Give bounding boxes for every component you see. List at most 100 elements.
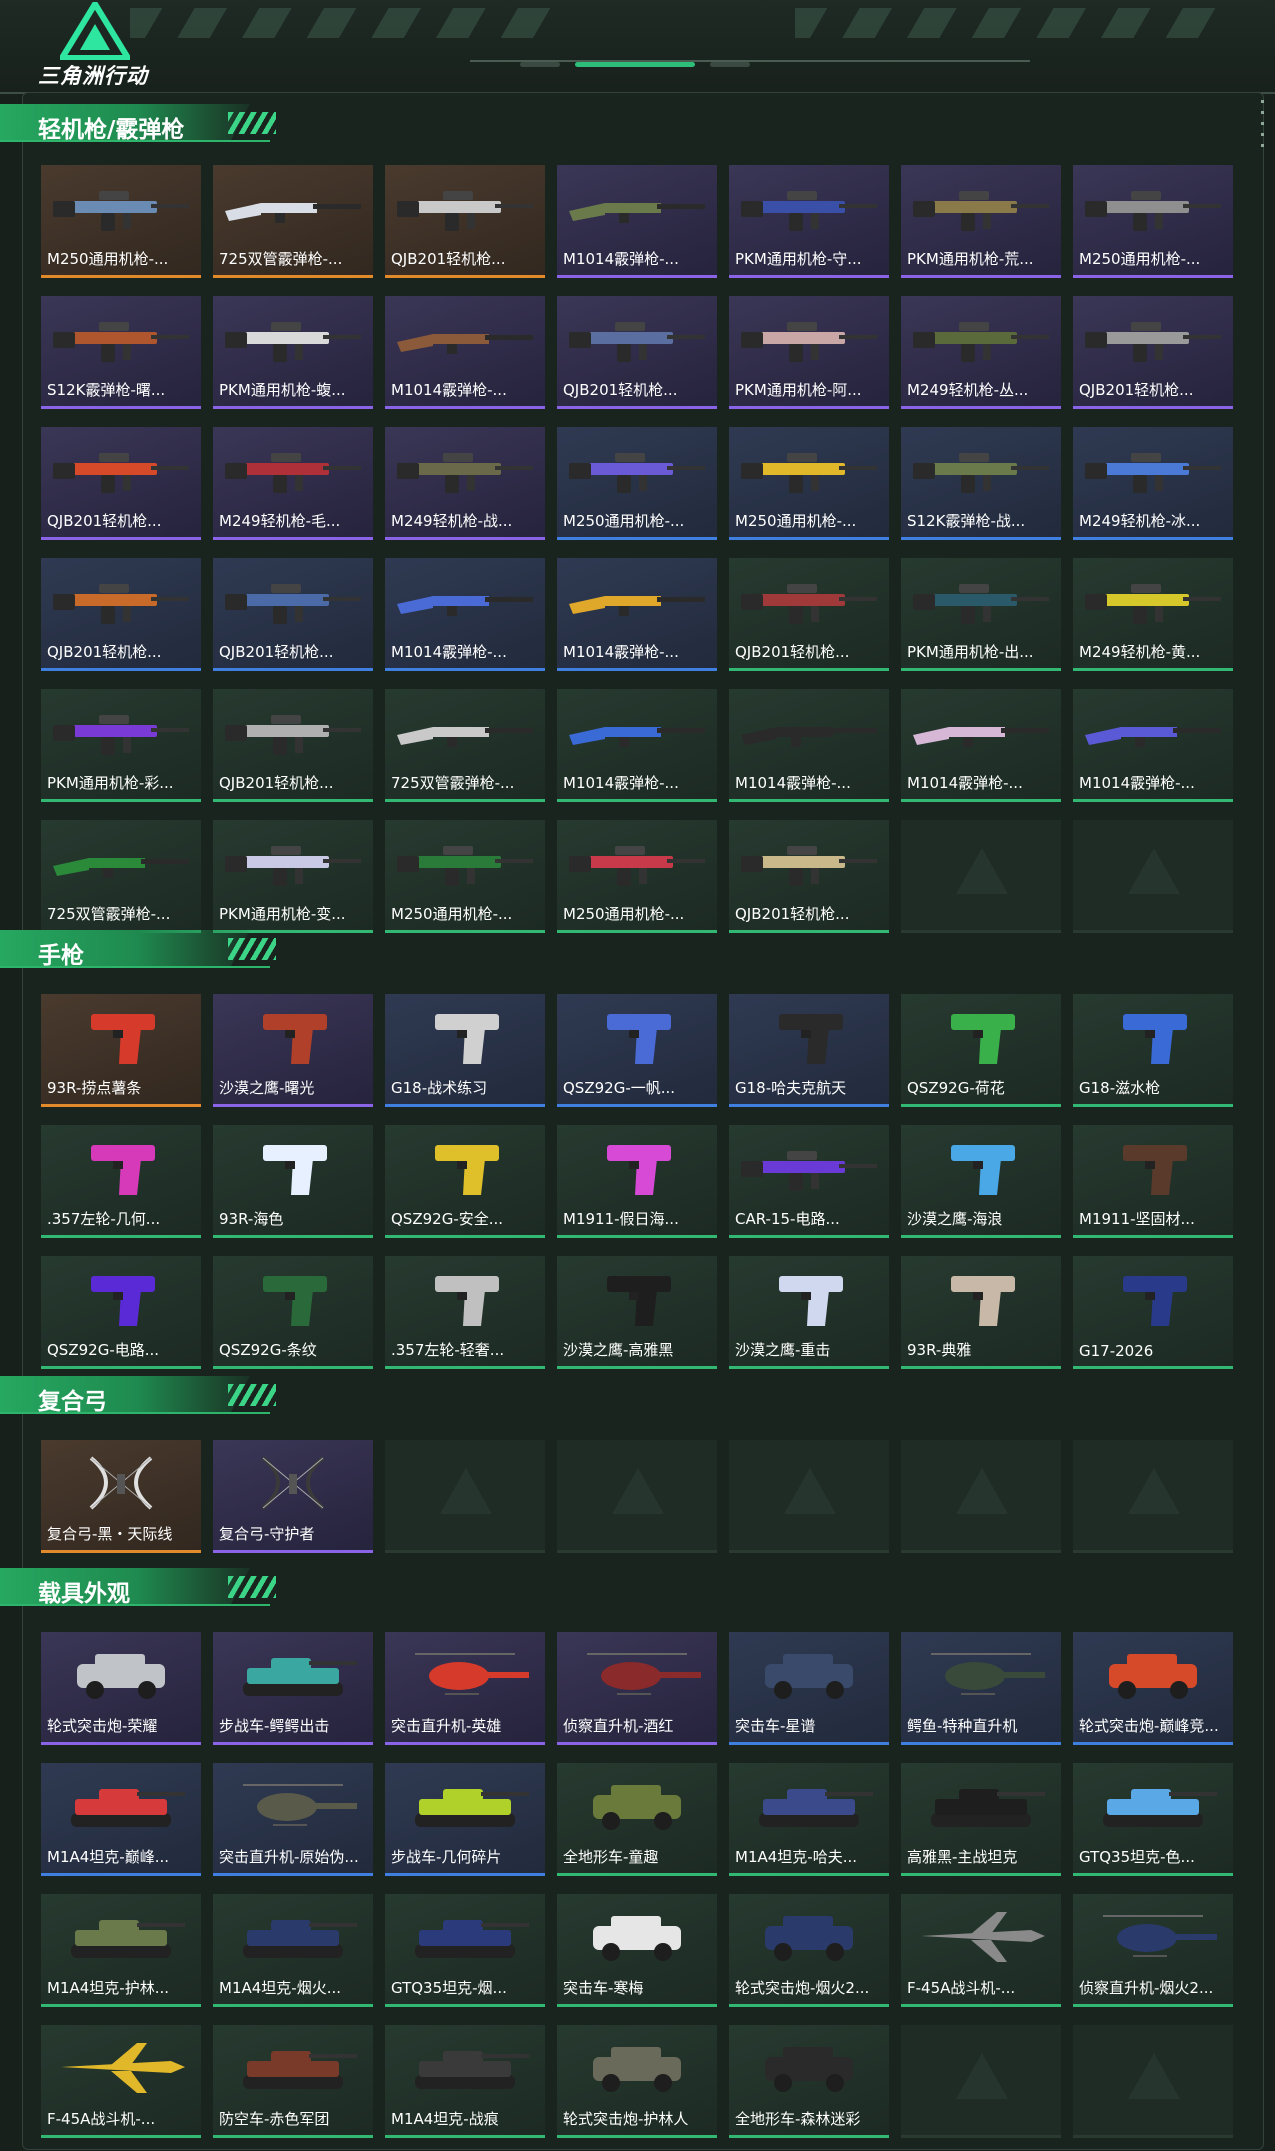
skin-card[interactable]: 突击直升机-英雄 xyxy=(385,1632,545,1745)
skin-card[interactable]: M250通用机枪-... xyxy=(557,820,717,933)
skin-card[interactable]: M250通用机枪-... xyxy=(1073,165,1233,278)
skin-card[interactable]: QJB201轻机枪... xyxy=(1073,296,1233,409)
skin-card[interactable]: QJB201轻机枪... xyxy=(385,165,545,278)
skin-card[interactable]: F-45A战斗机-... xyxy=(41,2025,201,2138)
skin-card[interactable]: QSZ92G-电路... xyxy=(41,1256,201,1369)
skin-card[interactable]: PKM通用机枪-蝮... xyxy=(213,296,373,409)
skin-card[interactable]: 沙漠之鹰-高雅黑 xyxy=(557,1256,717,1369)
skin-name: M1911-假日海... xyxy=(563,1210,679,1228)
skin-card[interactable]: M250通用机枪-... xyxy=(41,165,201,278)
skin-card[interactable]: 93R-海色 xyxy=(213,1125,373,1238)
skin-card[interactable]: M1911-坚固材... xyxy=(1073,1125,1233,1238)
skin-card[interactable]: M1014霰弹枪-... xyxy=(557,558,717,671)
skin-card[interactable]: M249轻机枪-战... xyxy=(385,427,545,540)
skin-card[interactable]: QJB201轻机枪... xyxy=(41,558,201,671)
skin-card[interactable]: QJB201轻机枪... xyxy=(213,689,373,802)
skin-card[interactable]: PKM通用机枪-阿... xyxy=(729,296,889,409)
skin-card[interactable]: PKM通用机枪-彩... xyxy=(41,689,201,802)
skin-card[interactable]: M249轻机枪-黄... xyxy=(1073,558,1233,671)
skin-card[interactable]: M1A4坦克-护林... xyxy=(41,1894,201,2007)
skin-card[interactable]: QJB201轻机枪... xyxy=(729,558,889,671)
pistol-icon xyxy=(223,1137,363,1199)
skin-card[interactable]: QJB201轻机枪... xyxy=(41,427,201,540)
skin-card[interactable]: 突击车-寒梅 xyxy=(557,1894,717,2007)
skin-card[interactable]: 突击车-星谱 xyxy=(729,1632,889,1745)
skin-card[interactable]: S12K霰弹枪-曙... xyxy=(41,296,201,409)
skin-card[interactable]: QSZ92G-一帆... xyxy=(557,994,717,1107)
skin-card[interactable]: 高雅黑-主战坦克 xyxy=(901,1763,1061,1876)
skin-card[interactable]: M249轻机枪-冰... xyxy=(1073,427,1233,540)
skin-card[interactable]: M1014霰弹枪-... xyxy=(385,558,545,671)
skin-card[interactable]: 轮式突击炮-护林人 xyxy=(557,2025,717,2138)
skin-card[interactable]: 防空车-赤色军团 xyxy=(213,2025,373,2138)
pistol-icon xyxy=(567,1137,707,1199)
skin-card[interactable]: S12K霰弹枪-战... xyxy=(901,427,1061,540)
skin-card[interactable]: 沙漠之鹰-海浪 xyxy=(901,1125,1061,1238)
skin-card[interactable]: M250通用机枪-... xyxy=(729,427,889,540)
skin-card[interactable]: M1014霰弹枪-... xyxy=(1073,689,1233,802)
skin-card[interactable]: M250通用机枪-... xyxy=(557,427,717,540)
skin-card[interactable]: 全地形车-童趣 xyxy=(557,1763,717,1876)
skin-card[interactable]: PKM通用机枪-变... xyxy=(213,820,373,933)
skin-card[interactable]: GTQ35坦克-色... xyxy=(1073,1763,1233,1876)
skin-card[interactable]: 步战车-鳄鳄出击 xyxy=(213,1632,373,1745)
skin-card[interactable]: QSZ92G-荷花 xyxy=(901,994,1061,1107)
skin-card[interactable]: QJB201轻机枪... xyxy=(213,558,373,671)
skin-card[interactable]: M250通用机枪-... xyxy=(385,820,545,933)
skin-card[interactable]: 复合弓-守护者 xyxy=(213,1440,373,1553)
skin-card[interactable]: QJB201轻机枪... xyxy=(557,296,717,409)
skin-card[interactable]: .357左轮-几何... xyxy=(41,1125,201,1238)
skin-card[interactable]: M1A4坦克-巅峰... xyxy=(41,1763,201,1876)
scrollbar-dots[interactable] xyxy=(1261,100,1265,155)
skin-card[interactable]: QSZ92G-安全... xyxy=(385,1125,545,1238)
skin-card[interactable]: 93R-捞点薯条 xyxy=(41,994,201,1107)
pistol-icon xyxy=(395,1006,535,1068)
skin-card[interactable]: M1A4坦克-哈夫... xyxy=(729,1763,889,1876)
skin-card[interactable]: M249轻机枪-丛... xyxy=(901,296,1061,409)
skin-card[interactable]: M1A4坦克-烟火... xyxy=(213,1894,373,2007)
skin-card[interactable]: QJB201轻机枪... xyxy=(729,820,889,933)
skin-card[interactable]: M1911-假日海... xyxy=(557,1125,717,1238)
skin-card[interactable]: G18-滋水枪 xyxy=(1073,994,1233,1107)
page-indicator[interactable] xyxy=(710,62,750,67)
skin-card[interactable]: M1014霰弹枪-... xyxy=(901,689,1061,802)
skin-card[interactable]: 突击直升机-原始伪... xyxy=(213,1763,373,1876)
skin-card[interactable]: 轮式突击炮-荣耀 xyxy=(41,1632,201,1745)
skin-card[interactable]: 93R-典雅 xyxy=(901,1256,1061,1369)
skin-card[interactable]: 沙漠之鹰-曙光 xyxy=(213,994,373,1107)
page-indicator[interactable] xyxy=(520,62,560,67)
skin-name: 高雅黑-主战坦克 xyxy=(907,1848,1018,1866)
skin-card[interactable]: 侦察直升机-烟火2... xyxy=(1073,1894,1233,2007)
skin-name: M249轻机枪-黄... xyxy=(1079,643,1201,661)
skin-card[interactable]: 复合弓-黑・天际线 xyxy=(41,1440,201,1553)
skin-name: M1A4坦克-战痕 xyxy=(391,2110,499,2128)
skin-card[interactable]: 725双管霰弹枪-... xyxy=(41,820,201,933)
skin-card[interactable]: 侦察直升机-酒红 xyxy=(557,1632,717,1745)
skin-card[interactable]: G18-战术练习 xyxy=(385,994,545,1107)
skin-card[interactable]: 步战车-几何碎片 xyxy=(385,1763,545,1876)
skin-card[interactable]: PKM通用机枪-出... xyxy=(901,558,1061,671)
skin-card[interactable]: M1014霰弹枪-... xyxy=(557,689,717,802)
skin-card[interactable]: 全地形车-森林迷彩 xyxy=(729,2025,889,2138)
skin-card[interactable]: M1014霰弹枪-... xyxy=(729,689,889,802)
skin-card[interactable]: CAR-15-电路... xyxy=(729,1125,889,1238)
skin-card[interactable]: M1014霰弹枪-... xyxy=(385,296,545,409)
skin-card[interactable]: PKM通用机枪-荒... xyxy=(901,165,1061,278)
skin-card[interactable]: M1014霰弹枪-... xyxy=(557,165,717,278)
skin-card[interactable]: M1A4坦克-战痕 xyxy=(385,2025,545,2138)
page-indicator-active[interactable] xyxy=(575,62,695,67)
skin-card[interactable]: 725双管霰弹枪-... xyxy=(213,165,373,278)
skin-card[interactable]: .357左轮-轻奢... xyxy=(385,1256,545,1369)
skin-card[interactable]: 鳄鱼-特种直升机 xyxy=(901,1632,1061,1745)
skin-card[interactable]: 轮式突击炮-烟火2... xyxy=(729,1894,889,2007)
skin-card[interactable]: 725双管霰弹枪-... xyxy=(385,689,545,802)
skin-card[interactable]: QSZ92G-条纹 xyxy=(213,1256,373,1369)
skin-card[interactable]: F-45A战斗机-... xyxy=(901,1894,1061,2007)
skin-card[interactable]: 沙漠之鹰-重击 xyxy=(729,1256,889,1369)
skin-card[interactable]: G18-哈夫克航天 xyxy=(729,994,889,1107)
skin-card[interactable]: GTQ35坦克-烟... xyxy=(385,1894,545,2007)
skin-card[interactable]: M249轻机枪-毛... xyxy=(213,427,373,540)
skin-card[interactable]: 轮式突击炮-巅峰竞... xyxy=(1073,1632,1233,1745)
skin-card[interactable]: G17-2026 xyxy=(1073,1256,1233,1369)
skin-card[interactable]: PKM通用机枪-守... xyxy=(729,165,889,278)
